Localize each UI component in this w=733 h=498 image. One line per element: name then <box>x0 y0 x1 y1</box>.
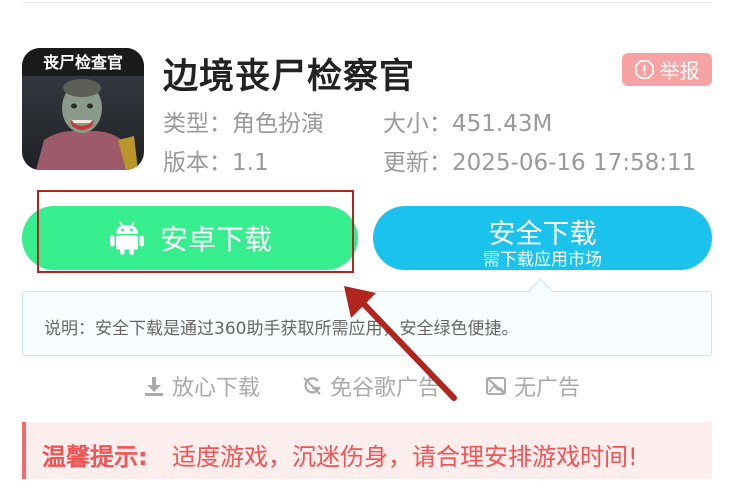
feature-label: 无广告 <box>514 376 581 401</box>
app-updated: 更新：2025-06-16 17:58:11 <box>383 150 697 176</box>
annotation-highlight-box <box>37 190 354 273</box>
alert-icon <box>634 60 654 79</box>
safe-download-button[interactable]: 安全下载 需下载应用市场 <box>373 206 712 270</box>
feature-no-google-ads: 免谷歌广告 <box>301 370 440 402</box>
feature-label: 免谷歌广告 <box>330 376 441 401</box>
tip-text: 适度游戏，沉迷伤身，请合理安排游戏时间! <box>172 443 638 471</box>
safe-download-sublabel: 需下载应用市场 <box>483 250 602 270</box>
feature-safe-download: 放心下载 <box>143 370 260 402</box>
report-label: 举报 <box>659 59 700 83</box>
download-icon <box>145 377 163 396</box>
no-image-ads-icon <box>486 377 506 395</box>
app-icon-banner: 丧尸检查官 <box>43 53 123 72</box>
app-icon[interactable]: 丧尸检查官 <box>22 48 144 170</box>
report-button[interactable]: 举报 <box>622 53 712 86</box>
app-title: 边境丧尸检察官 <box>163 57 416 97</box>
feature-label: 放心下载 <box>172 376 261 401</box>
no-google-ads-icon <box>303 377 321 395</box>
app-size: 大小：451.43M <box>383 111 553 137</box>
app-type: 类型：角色扮演 <box>163 111 324 137</box>
download-note-text: 说明：安全下载是通过360助手获取所需应用，安全绿色便捷。 <box>44 319 519 339</box>
top-divider <box>22 2 712 3</box>
feature-no-ads: 无广告 <box>485 370 580 402</box>
tip-label: 温馨提示: <box>42 443 148 471</box>
zombie-character-icon: 丧尸检查官 <box>22 48 144 170</box>
app-version: 版本：1.1 <box>163 150 269 176</box>
